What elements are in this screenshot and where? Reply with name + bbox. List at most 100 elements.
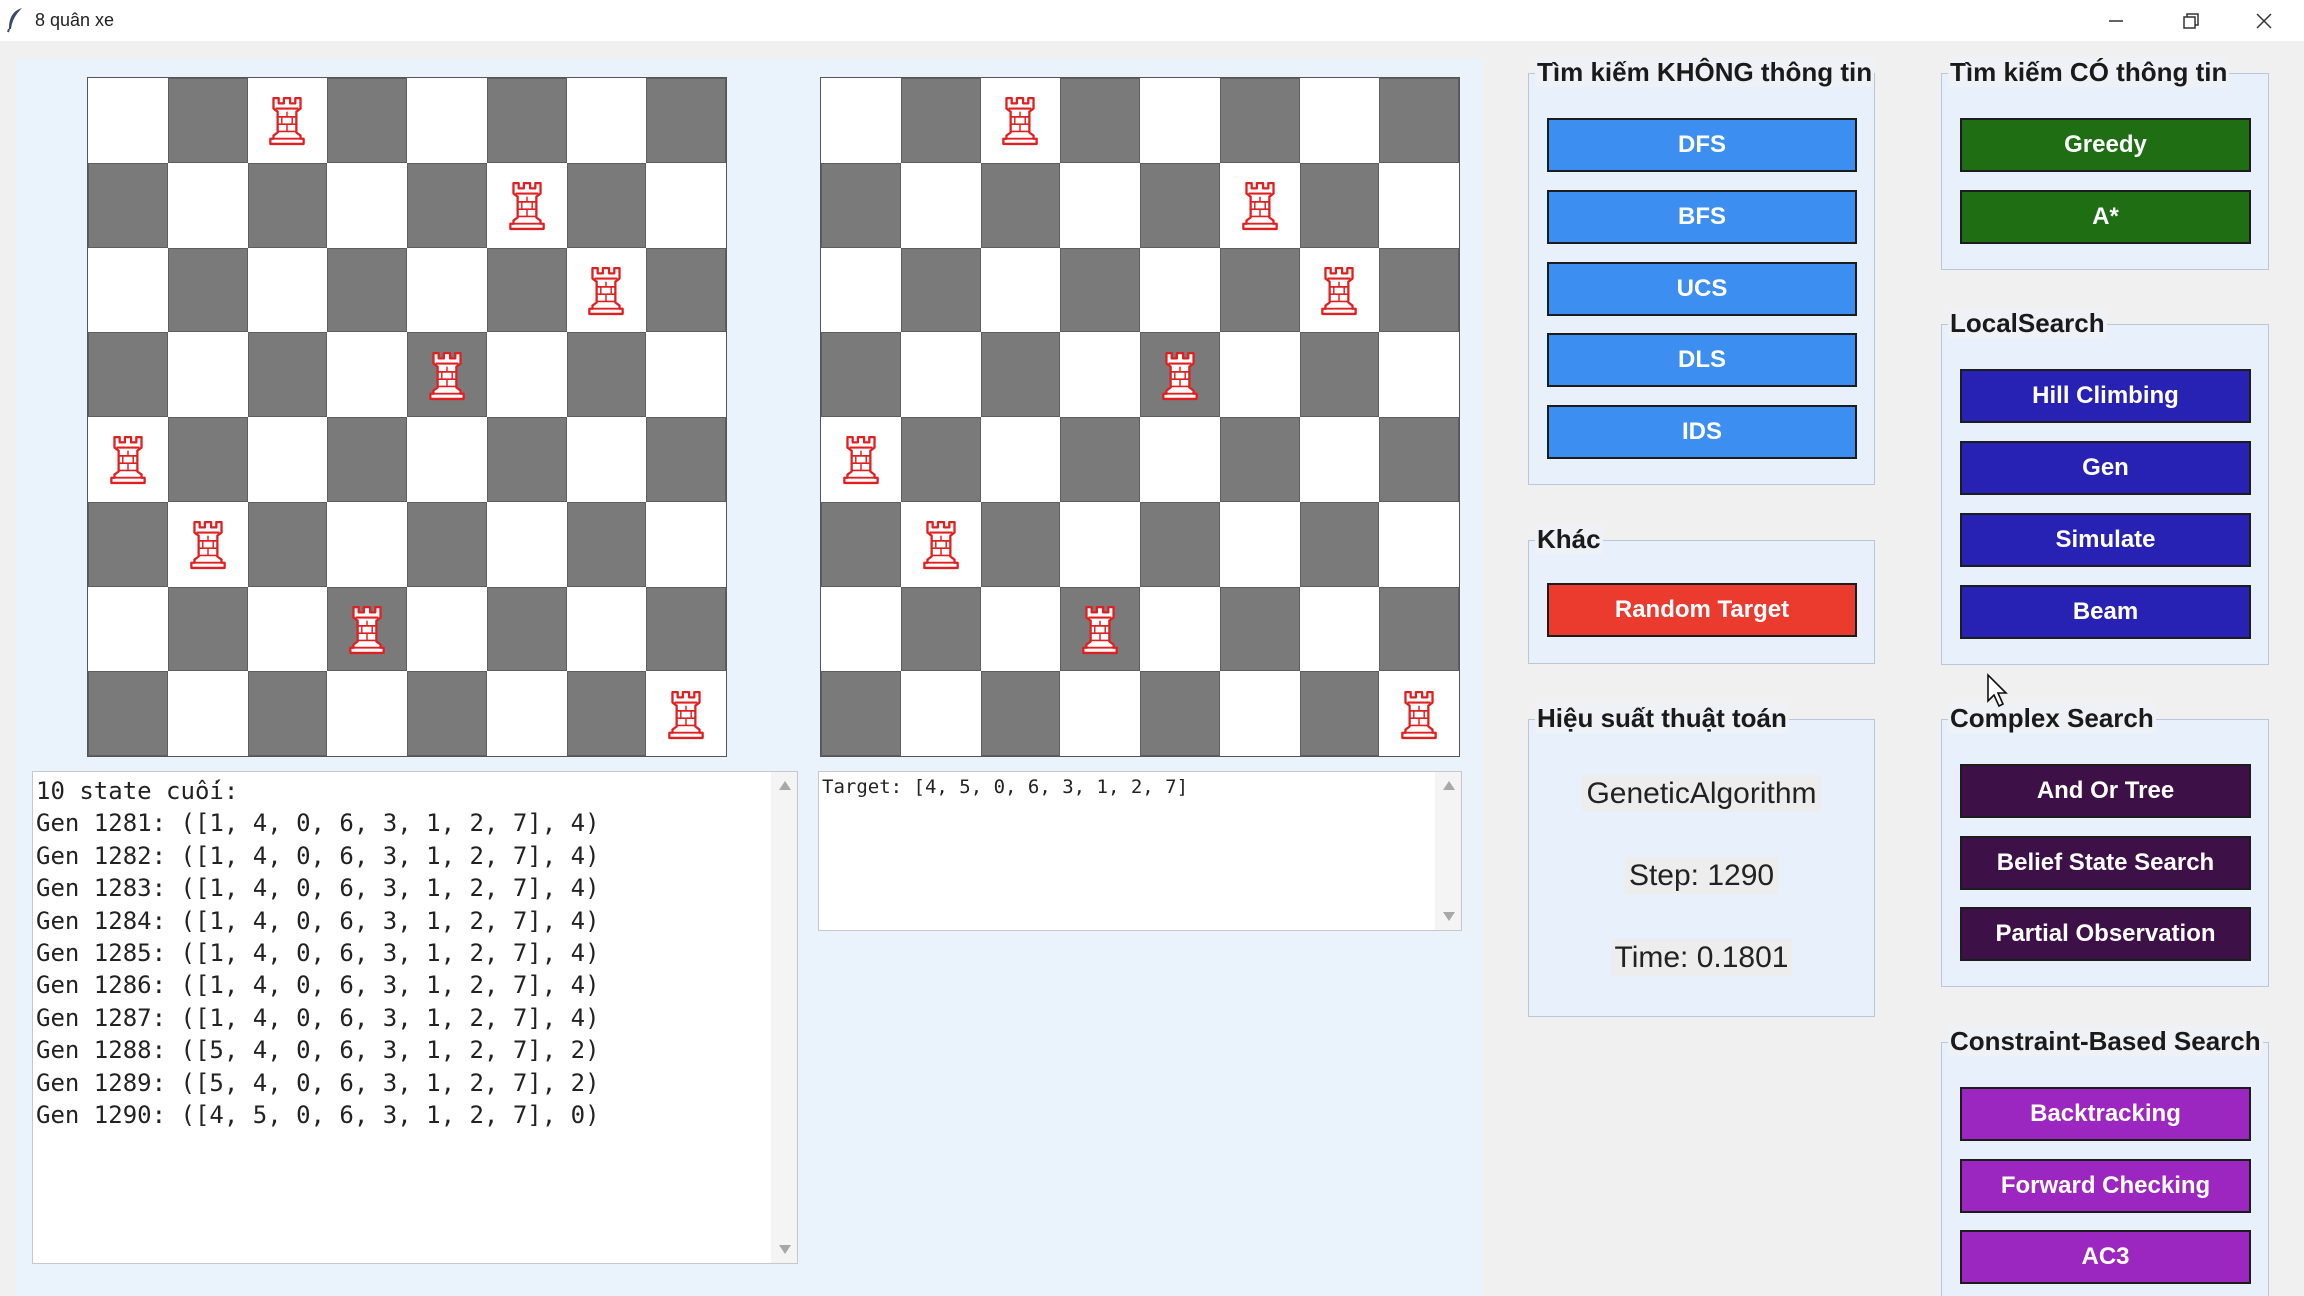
board-square	[247, 78, 328, 163]
rook-icon	[843, 436, 879, 485]
board-square	[327, 332, 407, 417]
board-square	[247, 671, 328, 756]
rook-icon	[922, 521, 959, 570]
restore-button[interactable]	[2155, 0, 2227, 41]
log-line: Gen 1283: ([1, 4, 0, 6, 3, 1, 2, 7], 4)	[36, 874, 600, 903]
random-target-button[interactable]: Random Target	[1547, 583, 1857, 637]
rook-icon	[508, 182, 545, 231]
other-group: Khác Random Target	[1528, 524, 1875, 664]
forward-checking-button[interactable]: Forward Checking	[1960, 1159, 2251, 1213]
complex-search-group: Complex Search And Or Tree Belief State …	[1941, 703, 2269, 987]
log-line: Gen 1285: ([1, 4, 0, 6, 3, 1, 2, 7], 4)	[36, 939, 600, 968]
scroll-up-icon[interactable]	[779, 781, 791, 790]
scroll-down-icon[interactable]	[1443, 912, 1455, 921]
board-square	[1379, 671, 1459, 756]
board-square	[1219, 78, 1300, 163]
and-or-tree-button[interactable]: And Or Tree	[1960, 764, 2251, 818]
belief-state-search-button[interactable]: Belief State Search	[1960, 836, 2251, 890]
hill-climbing-button[interactable]: Hill Climbing	[1960, 369, 2251, 423]
scroll-down-icon[interactable]	[779, 1245, 791, 1254]
board-square	[167, 671, 248, 756]
bfs-button[interactable]: BFS	[1547, 190, 1857, 244]
simulated-annealing-button[interactable]: Simulate	[1960, 513, 2251, 567]
board-square	[1060, 78, 1140, 163]
board-square	[88, 78, 168, 163]
board-square	[1219, 586, 1300, 672]
board-square	[1219, 417, 1300, 502]
rook-icon	[189, 521, 226, 570]
board-square	[821, 671, 901, 756]
step-label: Step: 1290	[1624, 857, 1779, 894]
board-square	[1060, 162, 1140, 248]
minimize-button[interactable]	[2080, 0, 2152, 41]
local-search-group: LocalSearch Hill Climbing Gen Simulate B…	[1941, 308, 2269, 665]
board-square	[646, 671, 726, 756]
ac3-button[interactable]: AC3	[1960, 1230, 2251, 1284]
board-square	[167, 247, 248, 333]
rook-icon	[110, 436, 146, 485]
board-square	[88, 417, 168, 502]
board-square	[1379, 586, 1459, 672]
board-square	[327, 671, 407, 756]
board-square	[1060, 247, 1140, 333]
constraint-search-group: Constraint-Based Search Backtracking For…	[1941, 1026, 2269, 1296]
log-scrollbar[interactable]	[771, 772, 797, 1263]
board-square	[407, 78, 487, 163]
board-square	[1219, 501, 1300, 587]
dfs-button[interactable]: DFS	[1547, 118, 1857, 172]
board-square	[88, 332, 168, 417]
partial-observation-button[interactable]: Partial Observation	[1960, 907, 2251, 961]
board-square	[247, 162, 328, 248]
title-bar: 8 quân xe	[0, 0, 2304, 41]
ids-button[interactable]: IDS	[1547, 405, 1857, 459]
board-square	[900, 78, 981, 163]
group-title: Khác	[1535, 524, 1603, 554]
board-square	[247, 586, 328, 672]
board-square	[167, 417, 248, 502]
board-square	[327, 78, 407, 163]
board-square	[167, 78, 248, 163]
board-square	[1299, 501, 1380, 587]
astar-button[interactable]: A*	[1960, 190, 2251, 244]
board-square	[407, 671, 487, 756]
board-square	[980, 162, 1061, 248]
chessboard-target	[820, 77, 1460, 757]
board-square	[1060, 671, 1140, 756]
board-square	[1140, 247, 1220, 333]
board-square	[486, 501, 567, 587]
board-square	[1299, 78, 1380, 163]
board-square	[327, 162, 407, 248]
board-square	[1219, 162, 1300, 248]
board-square	[327, 586, 407, 672]
genetic-button[interactable]: Gen	[1960, 441, 2251, 495]
board-square	[486, 417, 567, 502]
state-log-textbox[interactable]: 10 state cuối: Gen 1281: ([1, 4, 0, 6, 3,…	[32, 771, 798, 1264]
close-button[interactable]	[2228, 0, 2300, 41]
rook-icon	[1241, 182, 1278, 231]
algorithm-label: GeneticAlgorithm	[1582, 775, 1821, 812]
log-header: 10 state cuối:	[36, 777, 239, 805]
board-square	[407, 247, 487, 333]
group-title: Tìm kiếm KHÔNG thông tin	[1535, 57, 1875, 87]
board-square	[980, 332, 1061, 417]
board-square	[900, 162, 981, 248]
target-scrollbar[interactable]	[1435, 772, 1461, 930]
rook-icon	[1002, 97, 1039, 146]
board-square	[980, 671, 1061, 756]
log-line: Gen 1286: ([1, 4, 0, 6, 3, 1, 2, 7], 4)	[36, 971, 600, 1000]
scroll-up-icon[interactable]	[1443, 781, 1455, 790]
board-square	[88, 162, 168, 248]
board-square	[1140, 586, 1220, 672]
board-square	[167, 501, 248, 587]
time-label: Time: 0.1801	[1610, 939, 1793, 976]
beam-search-button[interactable]: Beam	[1960, 585, 2251, 639]
dls-button[interactable]: DLS	[1547, 333, 1857, 387]
step-count: Step: 1290	[1529, 857, 1874, 894]
backtracking-button[interactable]: Backtracking	[1960, 1087, 2251, 1141]
target-textbox[interactable]: Target: [4, 5, 0, 6, 3, 1, 2, 7]	[818, 771, 1462, 931]
greedy-button[interactable]: Greedy	[1960, 118, 2251, 172]
board-square	[646, 162, 726, 248]
group-title: Complex Search	[1948, 703, 2156, 733]
board-square	[1299, 162, 1380, 248]
ucs-button[interactable]: UCS	[1547, 262, 1857, 316]
